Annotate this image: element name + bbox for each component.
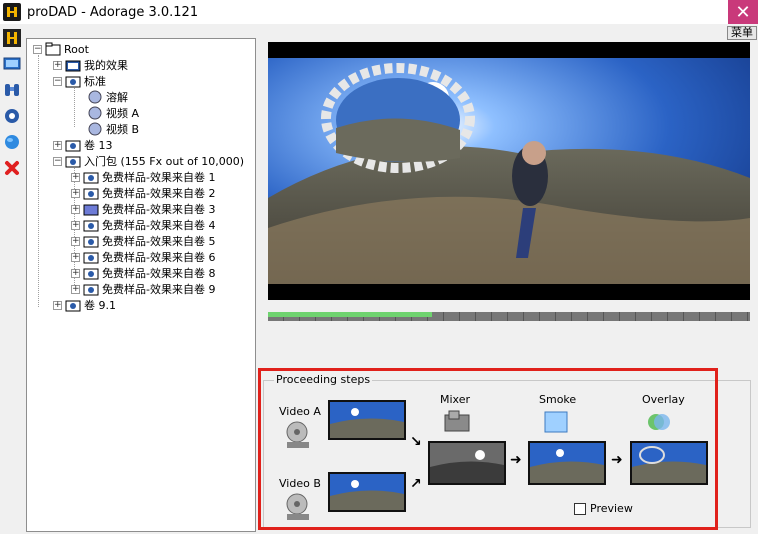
expand-toggle[interactable]: + [71, 252, 80, 262]
timeline-scrubber[interactable] [268, 312, 750, 321]
folder-open-icon [65, 156, 81, 168]
expand-toggle[interactable]: + [71, 284, 80, 294]
collapse-toggle[interactable]: − [53, 156, 62, 166]
expand-toggle[interactable]: + [71, 236, 80, 246]
expand-toggle[interactable]: + [71, 204, 80, 214]
folder-icon [65, 300, 81, 312]
tree-leaf-video-a[interactable]: 视频 A [87, 105, 139, 121]
expand-toggle[interactable]: + [71, 188, 80, 198]
binoculars-icon[interactable] [2, 80, 22, 100]
effect-icon [88, 90, 102, 104]
timeline-progress [268, 312, 432, 317]
expand-toggle[interactable]: + [71, 268, 80, 278]
folder-icon [83, 284, 99, 296]
title-bar: proDAD - Adorage 3.0.121 ✕ [0, 0, 758, 24]
expand-toggle[interactable]: + [71, 220, 80, 230]
tree-node-sample-9[interactable]: + 免费样品-效果来自卷 9 [71, 281, 215, 297]
folder-root-icon [45, 42, 61, 56]
effects-tree[interactable]: − Root + 我的效果 − 标准 溶解 视频 A 视频 B + 卷 13 −… [26, 38, 256, 532]
delete-icon[interactable] [2, 158, 22, 178]
expand-toggle[interactable]: + [53, 300, 62, 310]
tree-node-sample-3[interactable]: + 免费样品-效果来自卷 3 [71, 201, 215, 217]
expand-toggle[interactable]: + [71, 172, 80, 182]
monitor-icon[interactable] [2, 54, 22, 74]
folder-open-icon [65, 76, 81, 88]
collapse-toggle[interactable]: − [53, 76, 62, 86]
folder-icon [83, 252, 99, 264]
folder-icon [83, 268, 99, 280]
folder-icon [65, 60, 81, 72]
tree-node-root[interactable]: − Root [33, 41, 89, 57]
globe-icon[interactable] [2, 132, 22, 152]
video-preview [268, 42, 750, 300]
tree-node-sample-4[interactable]: + 免费样品-效果来自卷 4 [71, 217, 215, 233]
tree-node-sample-6[interactable]: + 免费样品-效果来自卷 6 [71, 249, 215, 265]
folder-icon [83, 188, 99, 200]
close-button[interactable]: ✕ [728, 0, 758, 24]
left-toolbar [0, 26, 24, 186]
tree-node-volume-9-1[interactable]: + 卷 9.1 [53, 297, 116, 313]
adorage-logo-icon[interactable] [2, 28, 22, 48]
tree-node-sample-5[interactable]: + 免费样品-效果来自卷 5 [71, 233, 215, 249]
collapse-toggle[interactable]: − [33, 44, 42, 54]
preview-frame [268, 58, 750, 284]
folder-icon [83, 172, 99, 184]
folder-icon [83, 236, 99, 248]
tree-node-volume-13[interactable]: + 卷 13 [53, 137, 113, 153]
effect-icon [88, 106, 102, 120]
tree-leaf-dissolve[interactable]: 溶解 [87, 89, 128, 105]
tree-node-starter-pack[interactable]: − 入门包 (155 Fx out of 10,000) [53, 153, 244, 169]
tree-node-sample-1[interactable]: + 免费样品-效果来自卷 1 [71, 169, 215, 185]
folder-icon [65, 140, 81, 152]
adorage-app-icon [3, 3, 21, 21]
expand-toggle[interactable]: + [53, 140, 62, 150]
folder-open-icon [83, 204, 99, 216]
tree-leaf-video-b[interactable]: 视频 B [87, 121, 139, 137]
effect-icon [88, 122, 102, 136]
folder-icon [83, 220, 99, 232]
tree-node-sample-8[interactable]: + 免费样品-效果来自卷 8 [71, 265, 215, 281]
tree-node-my-effects[interactable]: + 我的效果 [53, 57, 128, 73]
expand-toggle[interactable]: + [53, 60, 62, 70]
highlight-frame [258, 368, 718, 530]
menu-button[interactable]: 菜单 [727, 26, 757, 40]
tree-node-sample-2[interactable]: + 免费样品-效果来自卷 2 [71, 185, 215, 201]
settings-icon[interactable] [2, 106, 22, 126]
tree-node-standard[interactable]: − 标准 [53, 73, 106, 89]
window-title: proDAD - Adorage 3.0.121 [27, 4, 199, 20]
